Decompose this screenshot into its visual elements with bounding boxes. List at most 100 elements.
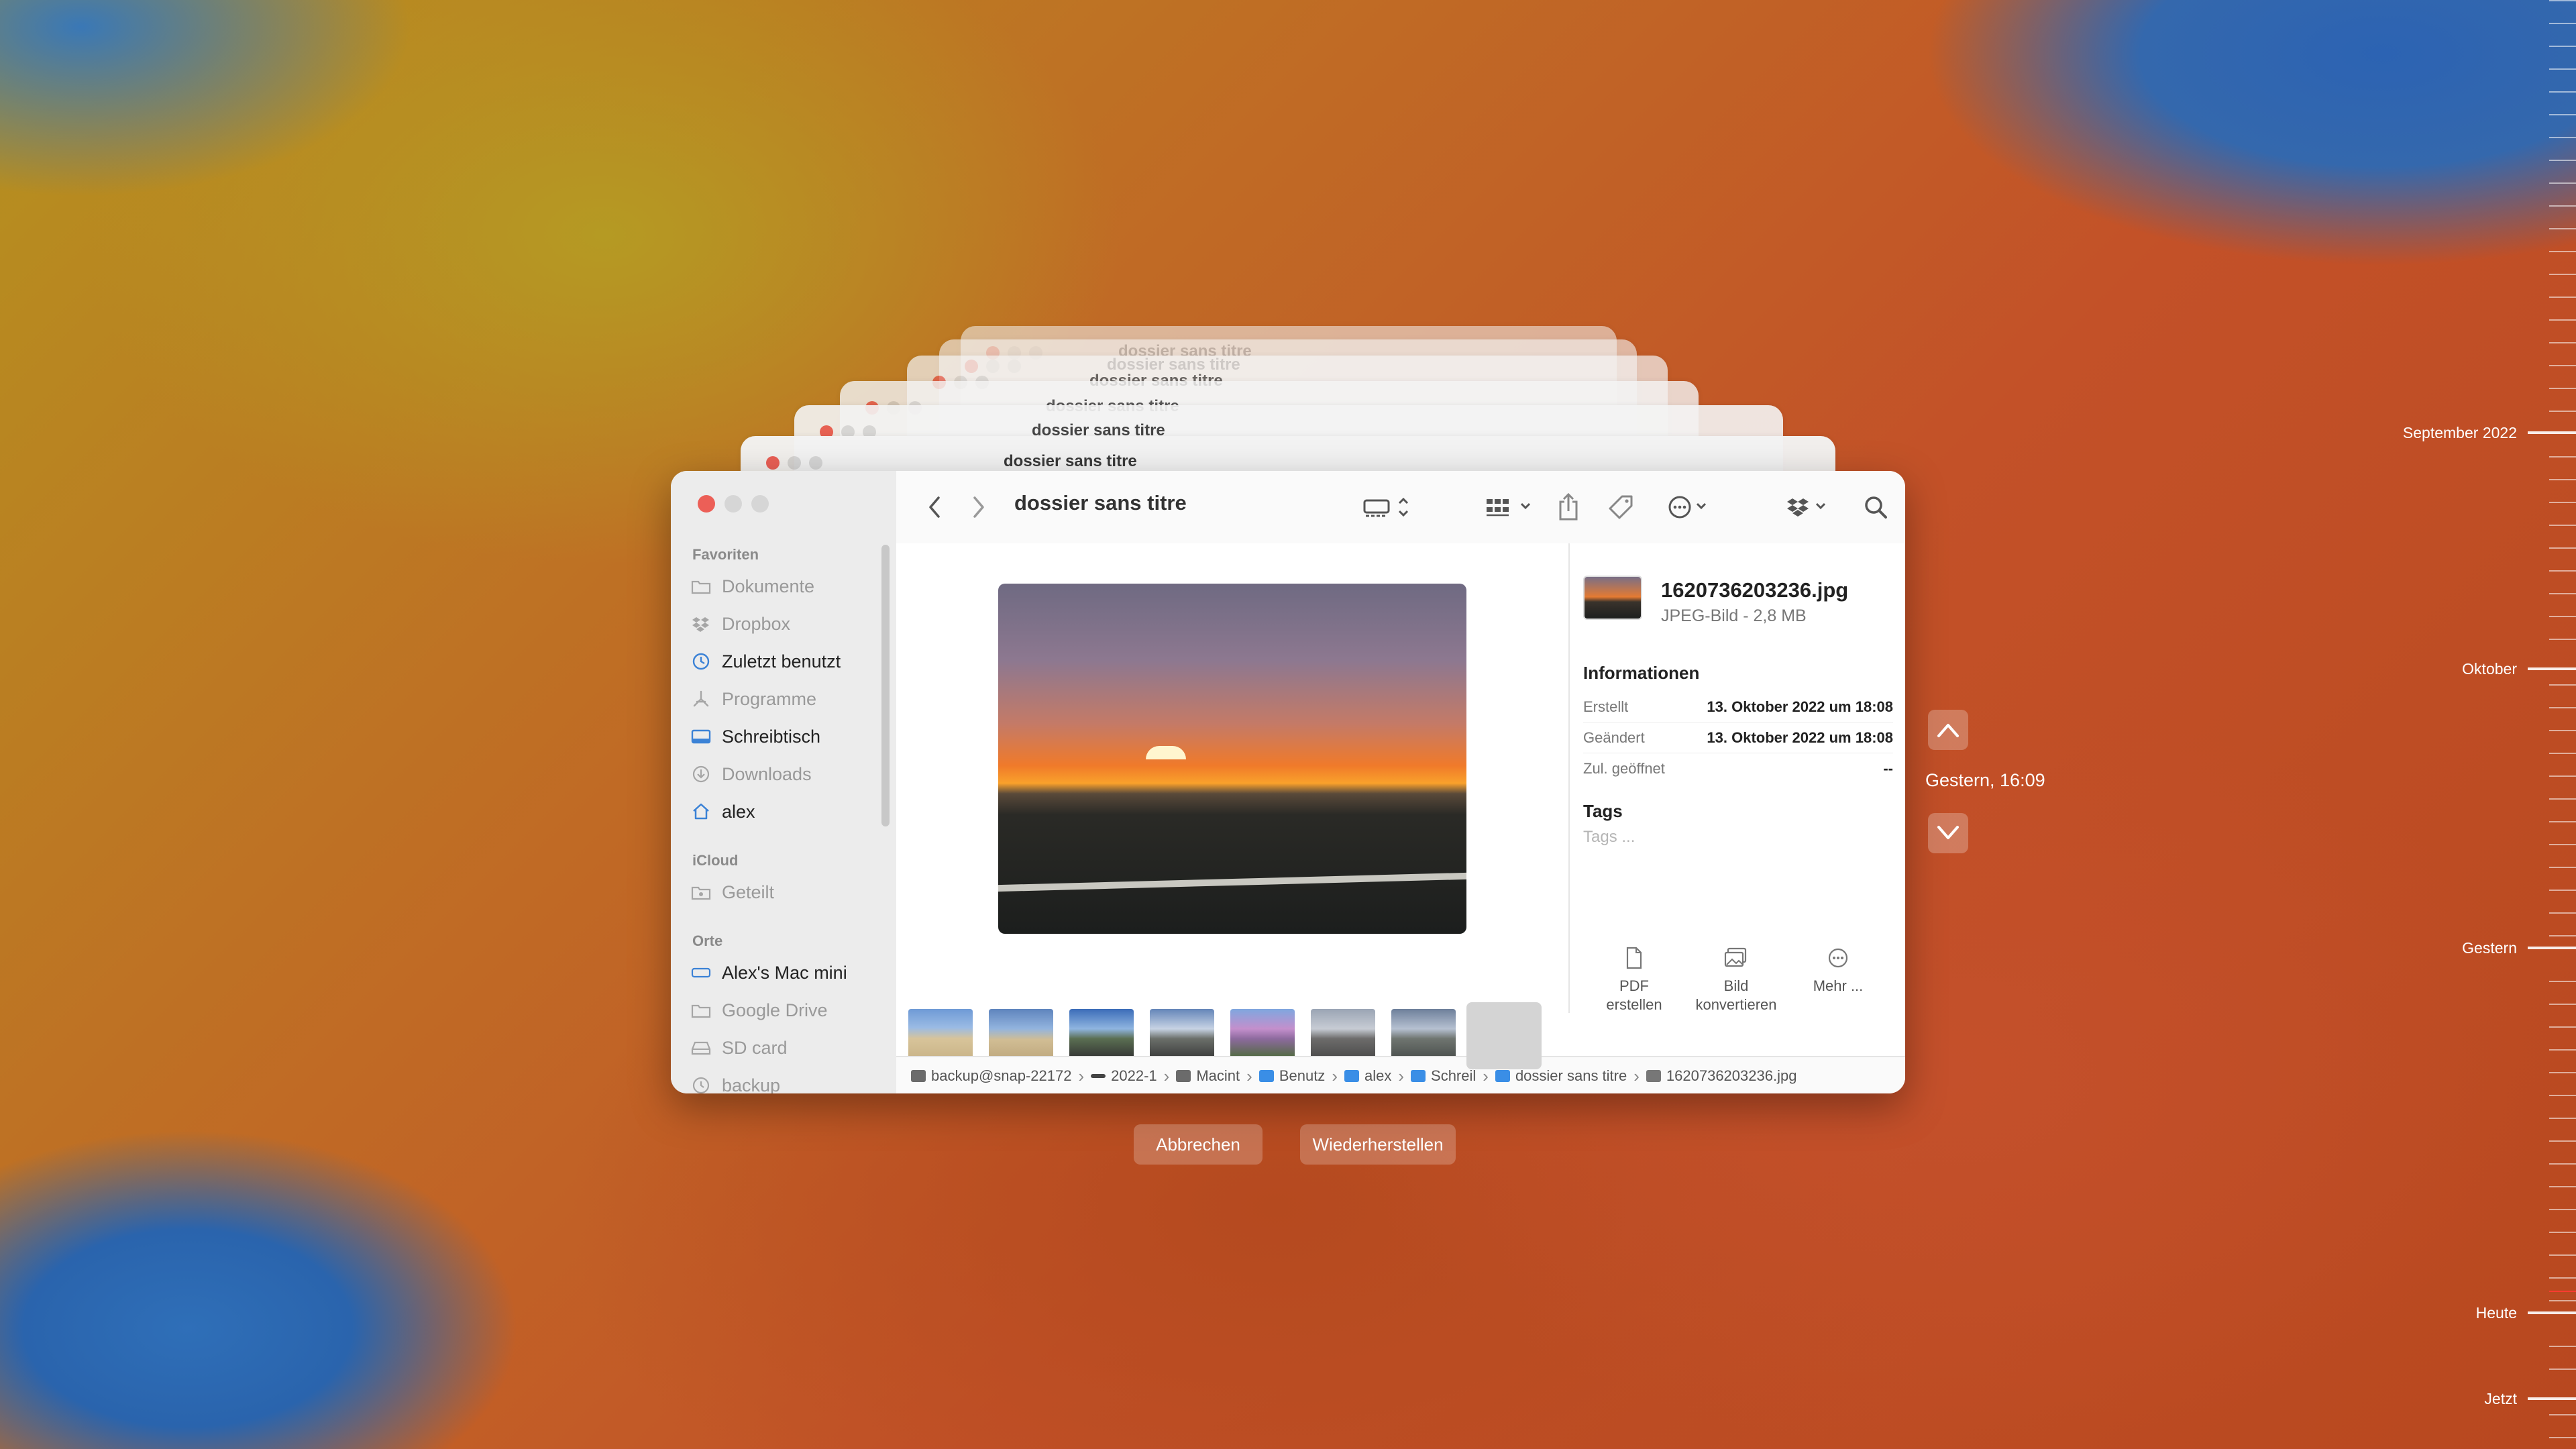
image-preview[interactable]: [998, 584, 1466, 934]
sidebar-item-sd-card[interactable]: SD card: [690, 1034, 788, 1061]
apps-icon: [690, 688, 712, 710]
restore-button[interactable]: Wiederherstellen: [1300, 1124, 1456, 1165]
thumbnail-6[interactable]: [1311, 1009, 1375, 1059]
zoom-button[interactable]: [751, 495, 769, 513]
share-icon: [1559, 492, 1578, 521]
path-segment[interactable]: Benutz: [1258, 1067, 1325, 1085]
sidebar-item-downloads[interactable]: Downloads: [690, 761, 812, 788]
forward-button[interactable]: [969, 494, 989, 521]
timeline-tick: [2549, 114, 2576, 115]
thumbnail-7[interactable]: [1391, 1009, 1456, 1059]
search-icon: [1865, 496, 1887, 519]
info-value: 13. Oktober 2022 um 18:08: [1707, 729, 1893, 746]
gallery-preview: [896, 543, 1568, 1069]
folder-icon: [1411, 1070, 1426, 1082]
chevron-up-icon: [1937, 724, 1959, 737]
timeline-tick: [2549, 182, 2576, 184]
timeline-label-oktober[interactable]: Oktober: [2462, 660, 2517, 678]
share-button[interactable]: [1555, 492, 1582, 521]
folder-icon: [1495, 1070, 1510, 1082]
timeline-tick: [2549, 867, 2576, 868]
sidebar-item-dropbox[interactable]: Dropbox: [690, 610, 790, 637]
quick-action-1[interactable]: PDF erstellen: [1587, 945, 1681, 1014]
view-mode-button[interactable]: [1362, 494, 1415, 521]
thumbnail-3[interactable]: [1069, 1009, 1134, 1059]
sidebar-item-backup[interactable]: backup: [690, 1072, 780, 1093]
folder-icon: [690, 999, 712, 1022]
sidebar-section-locations: Orte: [692, 932, 723, 949]
older-snapshot-button[interactable]: [1928, 813, 1968, 853]
thumbnail-5[interactable]: [1230, 1009, 1295, 1059]
timeline-label-september[interactable]: September 2022: [2403, 424, 2517, 442]
path-segment[interactable]: Macint: [1176, 1067, 1240, 1085]
path-segment-label: Macint: [1196, 1067, 1240, 1084]
timeline-label-heute[interactable]: Heute: [2476, 1304, 2517, 1322]
path-segment[interactable]: 2022-1: [1091, 1067, 1157, 1085]
timeline-label-jetzt[interactable]: Jetzt: [2484, 1390, 2517, 1408]
sidebar-item-zuletzt-benutzt[interactable]: Zuletzt benutzt: [690, 648, 841, 675]
sidebar-item-dokumente[interactable]: Dokumente: [690, 573, 814, 600]
timeline-tick: [2549, 593, 2576, 594]
path-separator: ›: [1078, 1065, 1085, 1086]
sidebar-item-label: Dokumente: [722, 576, 815, 596]
tag-button[interactable]: [1607, 494, 1634, 521]
desktop-icon: [690, 725, 712, 748]
timeline-tick: [2549, 912, 2576, 914]
timeline-tick: [2549, 707, 2576, 708]
tags-input[interactable]: Tags ...: [1583, 828, 1635, 847]
timeline-tick: [2549, 570, 2576, 572]
search-button[interactable]: [1862, 494, 1889, 521]
newer-snapshot-button[interactable]: [1928, 710, 1968, 750]
timeline-tick: [2549, 616, 2576, 617]
timeline-tick: [2549, 68, 2576, 70]
sidebar-item-alex[interactable]: alex: [690, 798, 755, 825]
timeline-tick: [2549, 547, 2576, 549]
path-segment[interactable]: dossier sans titre: [1495, 1067, 1627, 1085]
thumbnail-2[interactable]: [989, 1009, 1053, 1059]
sidebar-scrollbar[interactable]: [881, 545, 890, 826]
info-label: Geändert: [1583, 729, 1645, 746]
path-segment[interactable]: 1620736203236.jpg: [1646, 1067, 1797, 1085]
timemachine-timeline[interactable]: September 2022 Oktober Gestern Heute Jet…: [2361, 0, 2576, 1449]
sidebar-item-google-drive[interactable]: Google Drive: [690, 997, 828, 1024]
group-button[interactable]: [1484, 494, 1538, 521]
quick-action-label: Mehr ...: [1813, 977, 1864, 994]
thumbnail-8[interactable]: [1466, 1002, 1542, 1069]
sidebar-item-alex-s-mac-mini[interactable]: Alex's Mac mini: [690, 959, 847, 986]
timeline-tick: [2549, 388, 2576, 389]
path-segment[interactable]: alex: [1344, 1067, 1391, 1085]
timeline-tick: [2549, 297, 2576, 298]
path-segment-label: 2022-1: [1111, 1067, 1157, 1084]
thumbnail-1[interactable]: [908, 1009, 973, 1059]
path-segment[interactable]: backup@snap-22172: [911, 1067, 1071, 1085]
chevron-right-icon: [973, 496, 984, 518]
sidebar-item-label: Dropbox: [722, 613, 791, 634]
path-bar: backup@snap-22172 › 2022-1 › Macint › Benutz › a…: [896, 1056, 1905, 1093]
more-actions-button[interactable]: [1666, 494, 1720, 521]
cancel-button[interactable]: Abbrechen: [1134, 1124, 1263, 1165]
timeline-label-gestern[interactable]: Gestern: [2462, 939, 2517, 957]
back-button[interactable]: [924, 494, 945, 521]
path-segment[interactable]: Schreil: [1411, 1067, 1476, 1085]
thumbnail-4[interactable]: [1150, 1009, 1214, 1059]
timeline-tick: [2549, 1163, 2576, 1165]
path-segment-label: 1620736203236.jpg: [1666, 1067, 1797, 1084]
timeline-current-marker: [2549, 1291, 2576, 1292]
minimize-button[interactable]: [724, 495, 742, 513]
zoom-button: [809, 456, 822, 470]
path-segment-label: dossier sans titre: [1515, 1067, 1627, 1084]
timeline-tick: [2549, 1368, 2576, 1370]
quick-action-sublabel: konvertieren: [1695, 996, 1777, 1013]
sidebar-item-schreibtisch[interactable]: Schreibtisch: [690, 723, 820, 750]
sidebar-item-programme[interactable]: Programme: [690, 686, 816, 712]
grid-icon: [1487, 499, 1531, 517]
dropbox-button[interactable]: [1784, 494, 1838, 521]
sidebar-item-geteilt[interactable]: Geteilt: [690, 879, 774, 906]
quick-action-2[interactable]: Bild konvertieren: [1689, 945, 1783, 1014]
thumbnail-selection: [1466, 1002, 1542, 1069]
file-kind-size: JPEG-Bild - 2,8 MB: [1661, 606, 1807, 625]
quick-action-3[interactable]: Mehr ...: [1791, 945, 1885, 996]
close-button[interactable]: [698, 495, 715, 513]
timeline-tick: [2549, 1095, 2576, 1096]
road-line-shape: [998, 872, 1466, 892]
